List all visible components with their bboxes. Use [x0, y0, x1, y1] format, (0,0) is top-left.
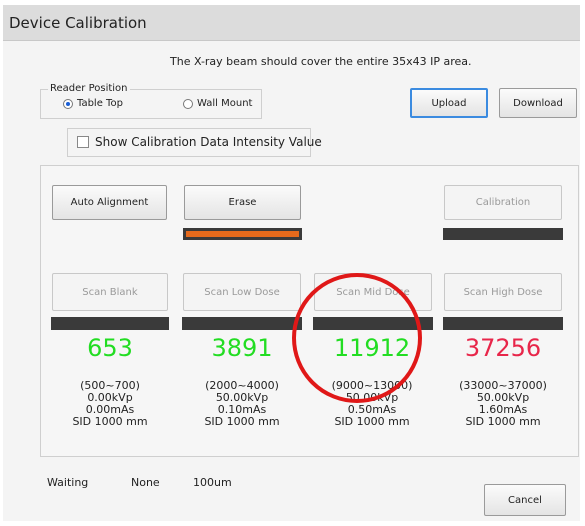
scan-low-dose-button[interactable]: Scan Low Dose	[183, 273, 301, 311]
scan-high-dose-info: (33000~37000) 50.00kVp 1.60mAs SID 1000 …	[449, 380, 557, 428]
calibration-button[interactable]: Calibration	[444, 185, 562, 220]
checkbox-icon	[77, 136, 89, 148]
sid-text: SID 1000 mm	[72, 415, 148, 428]
status-state: Waiting	[47, 476, 89, 489]
sid-text: SID 1000 mm	[204, 415, 280, 428]
scan-blank-info: (500~700) 0.00kVp 0.00mAs SID 1000 mm	[56, 380, 164, 428]
status-resolution: 100um	[193, 476, 232, 489]
calibration-progress-bar	[443, 228, 563, 240]
radio-table-top[interactable]: Table Top	[63, 98, 123, 109]
scan-high-dose-progress-bar	[443, 317, 563, 330]
reader-position-label: Reader Position	[48, 83, 130, 94]
download-button[interactable]: Download	[499, 88, 577, 118]
title-bar: Device Calibration	[3, 5, 580, 41]
sid-text: SID 1000 mm	[334, 415, 410, 428]
show-intensity-checkbox[interactable]: Show Calibration Data Intensity Value	[77, 135, 322, 149]
erase-progress-bar	[183, 228, 302, 240]
sid-text: SID 1000 mm	[465, 415, 541, 428]
scan-blank-progress-bar	[51, 317, 169, 330]
highlight-circle-annotation	[292, 273, 422, 403]
scan-high-dose-count: 37256	[464, 334, 542, 362]
radio-wall-mount-label: Wall Mount	[197, 98, 253, 109]
scan-low-dose-count: 3891	[211, 334, 273, 362]
scan-high-dose-button[interactable]: Scan High Dose	[444, 273, 562, 311]
radio-wall-mount[interactable]: Wall Mount	[183, 98, 252, 109]
scan-blank-count: 653	[87, 334, 133, 362]
show-intensity-label: Show Calibration Data Intensity Value	[95, 135, 322, 149]
scan-low-dose-progress-bar	[182, 317, 302, 330]
instruction-text: The X-ray beam should cover the entire 3…	[170, 55, 472, 68]
auto-alignment-button[interactable]: Auto Alignment	[52, 185, 167, 220]
radio-table-top-label: Table Top	[77, 98, 123, 109]
window-title: Device Calibration	[9, 14, 147, 32]
radio-unselected-icon	[183, 98, 193, 109]
upload-button[interactable]: Upload	[410, 88, 488, 118]
cancel-button[interactable]: Cancel	[484, 484, 566, 516]
erase-button[interactable]: Erase	[184, 185, 301, 220]
scan-blank-button[interactable]: Scan Blank	[52, 273, 168, 311]
status-mode: None	[131, 476, 160, 489]
radio-selected-icon	[63, 98, 73, 109]
scan-low-dose-info: (2000~4000) 50.00kVp 0.10mAs SID 1000 mm	[188, 380, 296, 428]
